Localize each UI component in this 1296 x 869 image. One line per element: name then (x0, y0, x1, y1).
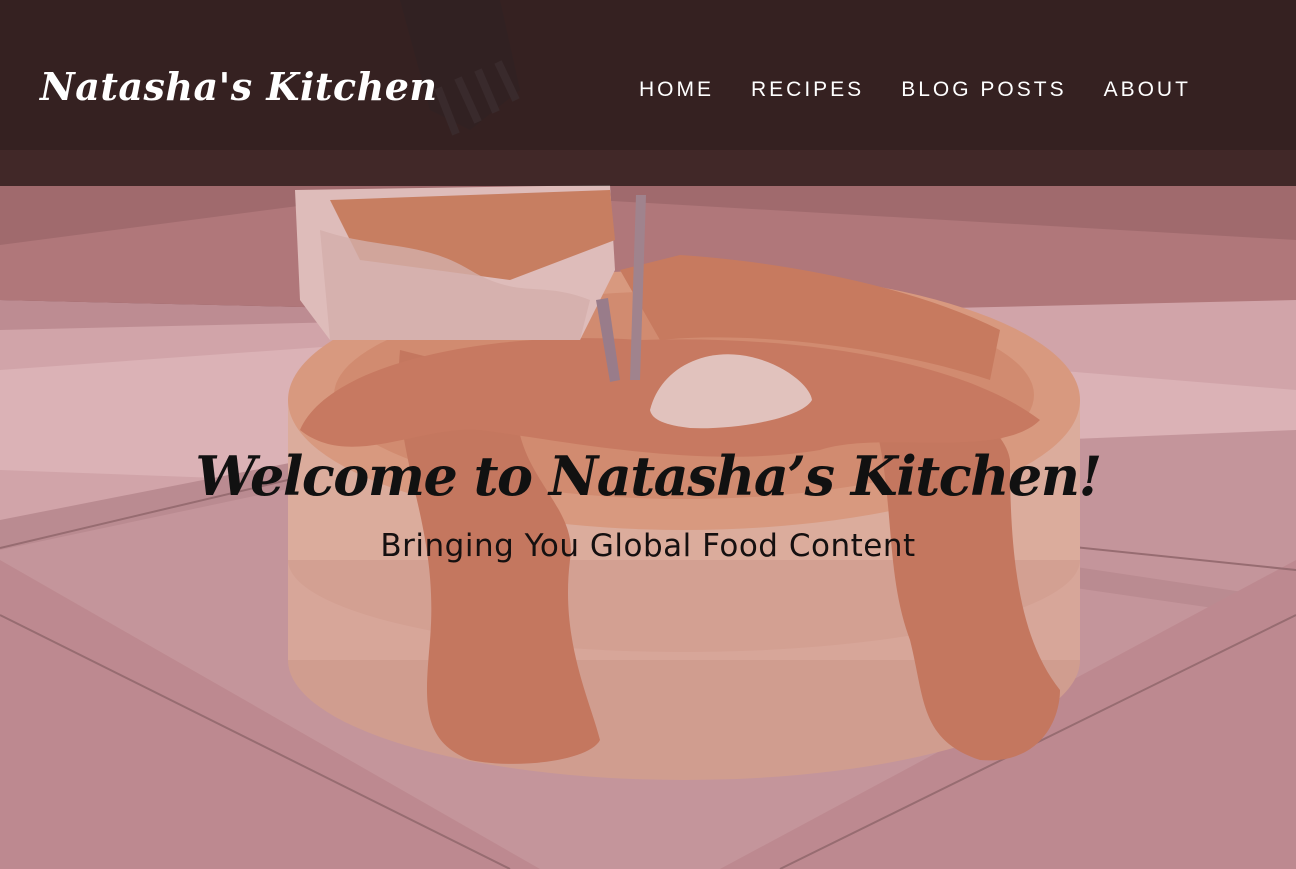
hero-section: Welcome to Natasha’s Kitchen! Bringing Y… (0, 440, 1296, 566)
nav-list: HOME RECIPES BLOG POSTS ABOUT (639, 78, 1191, 102)
nav-home-link[interactable]: HOME (639, 78, 714, 102)
hero-subtitle: Bringing You Global Food Content (380, 528, 916, 564)
site-header: Natasha's Kitchen HOME RECIPES BLOG POST… (0, 0, 1296, 186)
nav-blog-posts-link[interactable]: BLOG POSTS (901, 78, 1066, 102)
site-logo[interactable]: Natasha's Kitchen (40, 64, 438, 109)
hero-title: Welcome to Natasha’s Kitchen! (195, 444, 1102, 508)
nav-about-link[interactable]: ABOUT (1104, 78, 1191, 102)
nav-recipes-link[interactable]: RECIPES (751, 78, 864, 102)
page: Natasha's Kitchen HOME RECIPES BLOG POST… (0, 0, 1296, 869)
